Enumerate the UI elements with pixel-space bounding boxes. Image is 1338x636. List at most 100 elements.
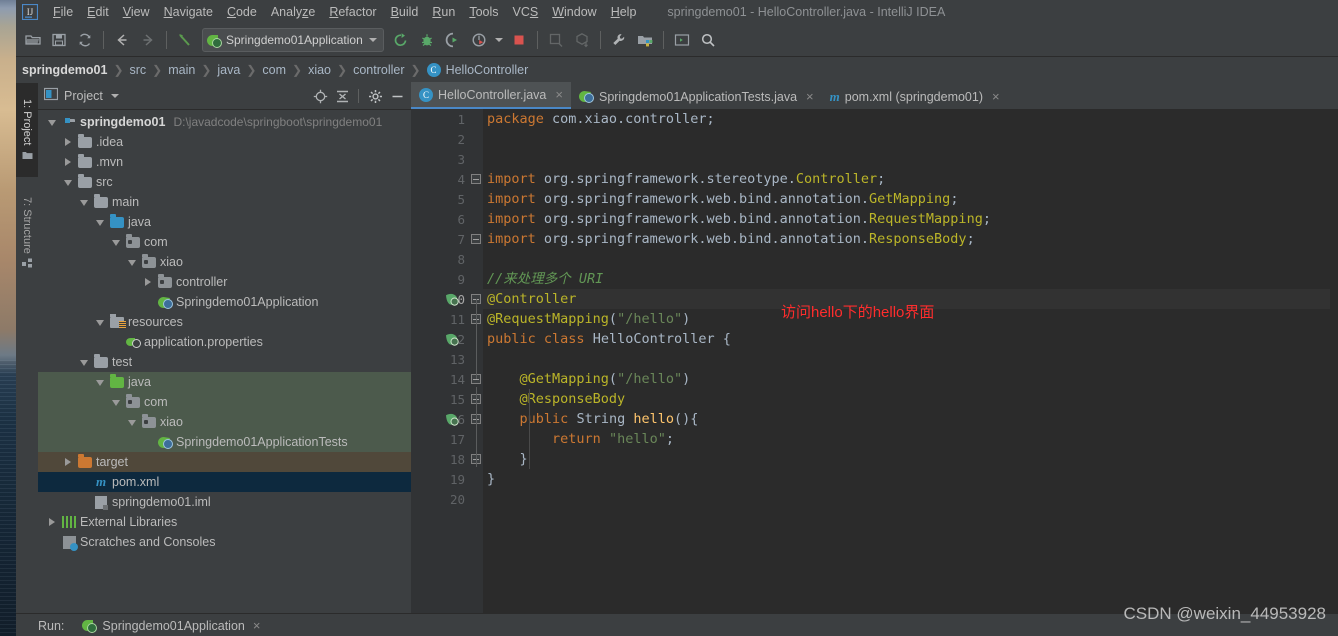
tree-node-xiao[interactable]: xiao (38, 252, 411, 272)
sidebar-item-project[interactable]: 1: Project (16, 83, 38, 177)
gutter-line-number[interactable]: 5 (411, 189, 469, 209)
spring-bean-gutter-icon[interactable] (445, 292, 459, 306)
project-tree[interactable]: springdemo01 D:\javadcode\springboot\spri… (38, 110, 411, 613)
tab-springdemo01applicationtests-java[interactable]: Springdemo01ApplicationTests.java × (571, 84, 822, 109)
gutter-line-number[interactable]: 10 (411, 289, 469, 309)
run-icon[interactable] (389, 29, 413, 51)
open-project-icon[interactable] (21, 29, 45, 51)
project-structure-icon[interactable] (633, 29, 657, 51)
tree-node-java[interactable]: java (38, 372, 411, 392)
tree-toggle-closed-icon[interactable] (44, 515, 60, 529)
gutter-line-number[interactable]: 18 (411, 449, 469, 469)
chevron-down-icon[interactable] (368, 38, 377, 42)
tab-pom-xml-springdemo01-[interactable]: m pom.xml (springdemo01) × (822, 84, 1008, 109)
spring-bean-class-gutter-icon[interactable] (445, 332, 459, 346)
tree-toggle-open-icon[interactable] (124, 415, 140, 429)
tree-toggle-open-icon[interactable] (108, 235, 124, 249)
menu-item-build[interactable]: Build (384, 2, 426, 22)
run-configuration-selector[interactable]: Springdemo01Application (202, 28, 384, 52)
menu-item-code[interactable]: Code (220, 2, 264, 22)
menu-item-vcs[interactable]: VCS (506, 2, 546, 22)
menu-item-view[interactable]: View (116, 2, 157, 22)
gutter-line-number[interactable]: 4 (411, 169, 469, 189)
gutter-line-number[interactable]: 12 (411, 329, 469, 349)
menu-item-refactor[interactable]: Refactor (322, 2, 383, 22)
gutter-line-number[interactable]: 14 (411, 369, 469, 389)
tree-node-test[interactable]: test (38, 352, 411, 372)
fold-toggle-icon[interactable] (471, 174, 481, 184)
tree-node-springdemo01application[interactable]: Springdemo01Application (38, 292, 411, 312)
menu-item-analyze[interactable]: Analyze (264, 2, 322, 22)
tree-toggle-open-icon[interactable] (44, 115, 60, 129)
tree-toggle-closed-icon[interactable] (60, 455, 76, 469)
tree-node-src[interactable]: src (38, 172, 411, 192)
tree-toggle-open-icon[interactable] (60, 175, 76, 189)
settings-wrench-icon[interactable] (607, 29, 631, 51)
gutter-line-number[interactable]: 15 (411, 389, 469, 409)
menu-item-navigate[interactable]: Navigate (157, 2, 220, 22)
gutter-line-number[interactable]: 16 (411, 409, 469, 429)
search-everywhere-icon[interactable] (696, 29, 720, 51)
tree-toggle-open-icon[interactable] (92, 215, 108, 229)
gear-icon[interactable] (365, 86, 385, 106)
terminal-icon[interactable] (670, 29, 694, 51)
tree-node-springdemo01applicationtests[interactable]: Springdemo01ApplicationTests (38, 432, 411, 452)
breadcrumb-item-xiao[interactable]: xiao (308, 63, 331, 77)
tree-toggle-open-icon[interactable] (92, 315, 108, 329)
gutter-line-number[interactable]: 20 (411, 489, 469, 509)
breadcrumb-item-hellocontroller[interactable]: HelloController (446, 63, 529, 77)
menu-item-edit[interactable]: Edit (80, 2, 116, 22)
gutter-line-number[interactable]: 1 (411, 109, 469, 129)
tree-node--mvn[interactable]: .mvn (38, 152, 411, 172)
breadcrumb-item-controller[interactable]: controller (353, 63, 404, 77)
gutter-line-number[interactable]: 2 (411, 129, 469, 149)
hide-icon[interactable] (387, 86, 407, 106)
commit-icon[interactable] (570, 29, 594, 51)
sidebar-item-structure[interactable]: 7: Structure (16, 179, 38, 287)
tab-close-icon[interactable]: × (555, 87, 563, 102)
tree-toggle-open-icon[interactable] (76, 195, 92, 209)
tree-node-pom-xml[interactable]: m pom.xml (38, 472, 411, 492)
tree-node-com[interactable]: com (38, 232, 411, 252)
back-icon[interactable] (110, 29, 134, 51)
forward-icon[interactable] (136, 29, 160, 51)
gutter-line-number[interactable]: 13 (411, 349, 469, 369)
gutter-line-number[interactable]: 9 (411, 269, 469, 289)
code-editor[interactable]: 1234567891011121314151617181920 访问hello下… (411, 109, 1338, 613)
menu-item-file[interactable]: File (46, 2, 80, 22)
editor-code-area[interactable]: 访问hello下的hello界面 package com.xiao.contro… (483, 109, 1338, 613)
tree-node-springdemo01[interactable]: springdemo01 D:\javadcode\springboot\spri… (38, 112, 411, 132)
run-bar-close-icon[interactable]: × (253, 618, 261, 633)
breadcrumb-item-springdemo01[interactable]: springdemo01 (22, 63, 107, 77)
tree-node-com[interactable]: com (38, 392, 411, 412)
locate-icon[interactable] (310, 86, 330, 106)
tree-toggle-open-icon[interactable] (92, 375, 108, 389)
undo-icon[interactable] (173, 29, 197, 51)
sync-icon[interactable] (73, 29, 97, 51)
menu-item-run[interactable]: Run (425, 2, 462, 22)
menu-item-tools[interactable]: Tools (462, 2, 505, 22)
tree-node-target[interactable]: target (38, 452, 411, 472)
tree-toggle-closed-icon[interactable] (60, 155, 76, 169)
tree-node-java[interactable]: java (38, 212, 411, 232)
tree-toggle-open-icon[interactable] (76, 355, 92, 369)
menu-item-help[interactable]: Help (604, 2, 644, 22)
fold-toggle-icon[interactable] (471, 234, 481, 244)
breadcrumb-item-java[interactable]: java (217, 63, 240, 77)
project-view-chevron-down-icon[interactable] (110, 94, 119, 98)
tree-toggle-open-icon[interactable] (124, 255, 140, 269)
gutter-line-number[interactable]: 11 (411, 309, 469, 329)
tree-node-springdemo01-iml[interactable]: springdemo01.iml (38, 492, 411, 512)
profile-icon[interactable] (467, 29, 491, 51)
stop-icon[interactable] (507, 29, 531, 51)
menu-item-window[interactable]: Window (545, 2, 603, 22)
tree-node-controller[interactable]: controller (38, 272, 411, 292)
gutter-line-number[interactable]: 3 (411, 149, 469, 169)
breadcrumb-item-src[interactable]: src (130, 63, 147, 77)
editor-scrollbar[interactable] (1330, 109, 1338, 613)
tree-node-xiao[interactable]: xiao (38, 412, 411, 432)
gutter-line-number[interactable]: 6 (411, 209, 469, 229)
tree-node--idea[interactable]: .idea (38, 132, 411, 152)
tab-hellocontroller-java[interactable]: C HelloController.java × (411, 82, 571, 109)
run-with-coverage-icon[interactable] (441, 29, 465, 51)
